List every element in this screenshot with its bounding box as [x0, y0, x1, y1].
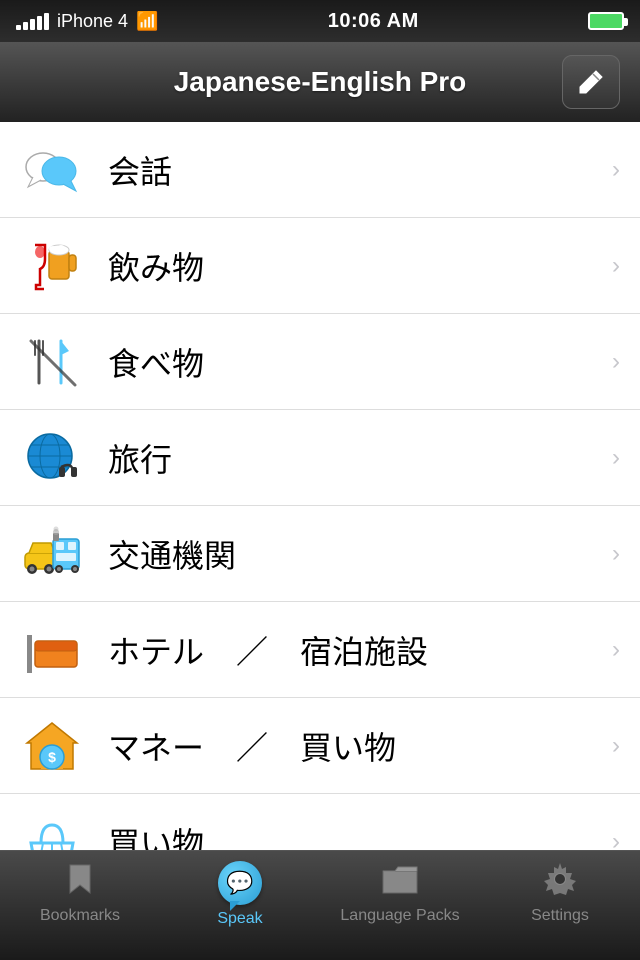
nav-title: Japanese-English Pro [174, 66, 467, 98]
tab-language-packs[interactable]: Language Packs [320, 861, 480, 925]
battery-icon [588, 12, 624, 30]
chevron-icon: › [612, 444, 620, 472]
chevron-icon: › [612, 540, 620, 568]
tab-speak[interactable]: 💬 Speak [160, 861, 320, 928]
list-item-transport[interactable]: 交通機関 › [0, 506, 640, 602]
chevron-icon: › [612, 252, 620, 280]
transport-label: 交通機関 [108, 531, 236, 577]
carrier-label: iPhone 4 [57, 11, 128, 32]
hotel-label: ホテル ／ 宿泊施設 [108, 627, 428, 673]
chevron-icon: › [612, 348, 620, 376]
list-item-money[interactable]: $ マネー ／ 買い物 › [0, 698, 640, 794]
travel-label: 旅行 [108, 435, 172, 481]
speak-bubble-icon: 💬 [218, 861, 262, 905]
bookmarks-label: Bookmarks [40, 907, 120, 925]
wifi-icon: 📶 [136, 11, 158, 32]
transport-icon [20, 522, 84, 586]
settings-label: Settings [531, 907, 589, 925]
chevron-icon: › [612, 828, 620, 851]
list-item-travel[interactable]: 旅行 › [0, 410, 640, 506]
list-item-food[interactable]: 食べ物 › [0, 314, 640, 410]
status-bar: iPhone 4 📶 10:06 AM [0, 0, 640, 42]
money-label: マネー ／ 買い物 [108, 723, 396, 769]
chevron-icon: › [612, 732, 620, 760]
language-packs-label: Language Packs [340, 907, 459, 925]
tab-bookmarks[interactable]: Bookmarks [0, 861, 160, 925]
svg-text:$: $ [48, 749, 56, 765]
folder-icon [381, 861, 419, 902]
navigation-bar: Japanese-English Pro [0, 42, 640, 122]
pencil-icon [576, 67, 606, 97]
money-icon: $ [20, 714, 84, 778]
shopping-label: 買い物 [108, 819, 204, 851]
food-icon [20, 330, 84, 394]
shopping-icon [20, 810, 84, 851]
category-list: 会話 › 飲み物 › [0, 122, 640, 850]
hotel-icon [20, 618, 84, 682]
chevron-icon: › [612, 636, 620, 664]
status-left: iPhone 4 📶 [16, 11, 158, 32]
drinks-label: 飲み物 [108, 243, 204, 289]
tab-bar: Bookmarks 💬 Speak Language Packs Setting… [0, 850, 640, 960]
list-item-drinks[interactable]: 飲み物 › [0, 218, 640, 314]
conversation-icon [20, 138, 84, 202]
list-item-conversation[interactable]: 会話 › [0, 122, 640, 218]
drinks-icon [20, 234, 84, 298]
speak-label: Speak [217, 910, 262, 928]
tab-settings[interactable]: Settings [480, 861, 640, 925]
gear-icon [542, 861, 578, 902]
time-display: 10:06 AM [328, 10, 419, 33]
list-item-shopping[interactable]: 買い物 › [0, 794, 640, 850]
edit-button[interactable] [562, 55, 620, 109]
food-label: 食べ物 [108, 339, 204, 385]
travel-icon [20, 426, 84, 490]
bookmark-icon [62, 861, 98, 902]
signal-icon [16, 12, 49, 30]
list-item-hotel[interactable]: ホテル ／ 宿泊施設 › [0, 602, 640, 698]
status-right [588, 12, 624, 30]
chevron-icon: › [612, 156, 620, 184]
conversation-label: 会話 [108, 147, 172, 193]
